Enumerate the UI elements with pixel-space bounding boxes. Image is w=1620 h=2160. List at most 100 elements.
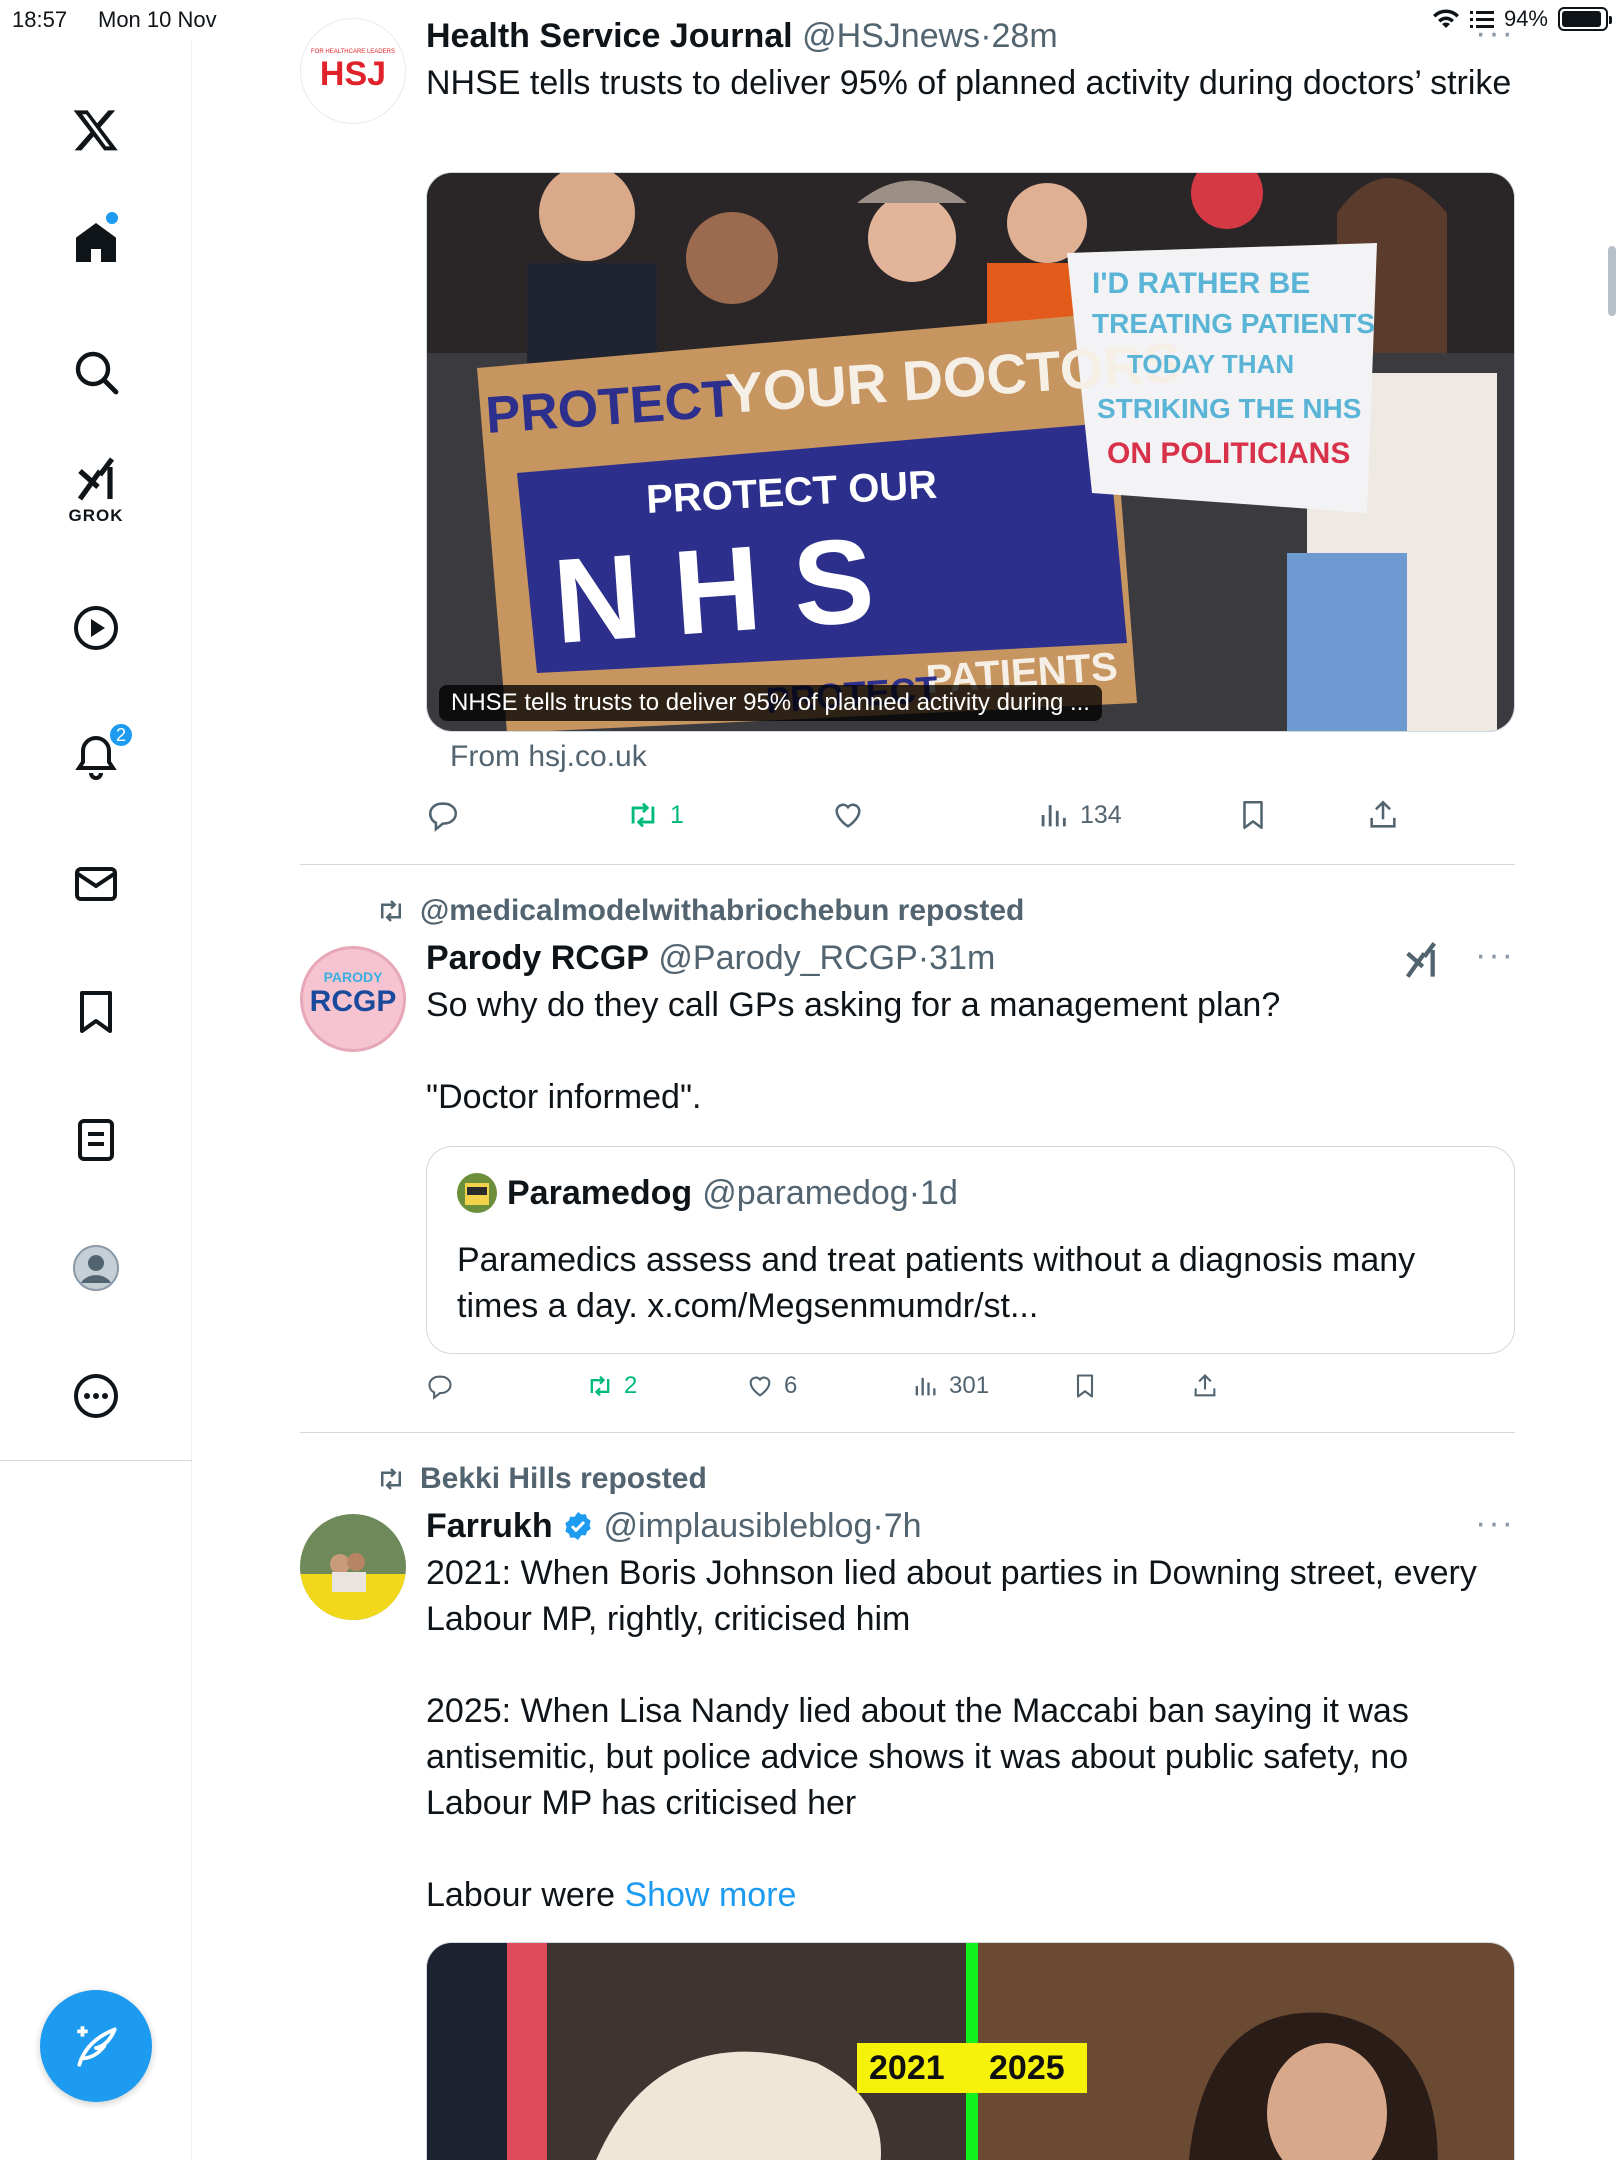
post-content: Health Service Journal @HSJnews·28m NHSE… [426, 14, 1515, 106]
post-text-prefix: Labour were [426, 1876, 625, 1914]
sign-word: TODAY THAN [1127, 349, 1294, 379]
reposted-by: Bekki Hills reposted [420, 1462, 707, 1495]
avatar[interactable]: PARODY RCGP [300, 946, 406, 1052]
reposted-by: @medicalmodelwithabriochebun reposted [420, 894, 1025, 927]
notifications-badge: 2 [108, 722, 134, 748]
sign-word: ON POLITICIANS [1107, 437, 1350, 470]
bookmark-icon [1076, 1374, 1094, 1398]
more-options-icon[interactable]: ··· [1475, 1504, 1515, 1543]
quoted-post[interactable]: Paramedog @paramedog · 1d Paramedics asses… [426, 1146, 1515, 1354]
sign-word: STRIKING THE NHS [1097, 393, 1361, 424]
compose-button[interactable] [40, 1990, 152, 2102]
card-source[interactable]: From hsj.co.uk [450, 740, 647, 774]
bookmark-button[interactable] [1236, 798, 1270, 832]
post-content: Farrukh @implausibleblog·7h 2021: When B… [426, 1504, 1515, 1918]
scrollbar[interactable] [1608, 246, 1616, 316]
post-header: Health Service Journal @HSJnews·28m [426, 17, 1058, 55]
protest-sign-text: PROTECT YOUR DOCTORS PROTECT OUR N H S P… [484, 267, 1375, 721]
post-time: 31m [929, 939, 996, 977]
bookmark-icon[interactable] [56, 972, 136, 1052]
x-logo-icon[interactable] [56, 90, 136, 170]
mail-icon[interactable] [56, 844, 136, 924]
post-divider [300, 864, 1515, 865]
quote-author-handle: @paramedog [702, 1173, 909, 1212]
quote-author-name: Paramedog [507, 1173, 693, 1212]
like-count: 6 [784, 1372, 798, 1399]
avatar[interactable]: FOR HEALTHCARE LEADERS HSJ [300, 18, 406, 124]
avatar-hsj-text: HSJ [319, 55, 387, 93]
reply-button[interactable] [426, 1372, 454, 1400]
sign-word: N H S [549, 513, 878, 669]
like-button[interactable] [831, 798, 865, 832]
views-button[interactable]: 134 [1036, 798, 1122, 832]
post-divider [300, 1432, 1515, 1433]
author-handle[interactable]: @HSJnews [802, 17, 980, 55]
home-icon[interactable] [56, 202, 136, 282]
post-text-para1: 2021: When Boris Johnson lied about part… [426, 1554, 1477, 1638]
search-icon[interactable] [56, 332, 136, 412]
grok-icon[interactable] [1401, 940, 1441, 980]
more-options-icon[interactable]: ··· [1475, 14, 1515, 53]
views-button[interactable]: 301 [911, 1372, 989, 1400]
repost-button[interactable]: 2 [586, 1372, 637, 1400]
reply-icon [428, 1375, 452, 1400]
share-icon [1194, 1374, 1216, 1397]
share-button[interactable] [1366, 798, 1400, 832]
compose-icon [77, 2026, 117, 2067]
profile-avatar[interactable] [56, 1228, 136, 1308]
author-name[interactable]: Farrukh [426, 1507, 553, 1545]
post-time: 7h [883, 1507, 922, 1545]
repost-attribution[interactable]: Bekki Hills reposted [376, 1462, 707, 1496]
sign-word: PROTECT [484, 370, 736, 445]
link-card-image[interactable]: PROTECT YOUR DOCTORS PROTECT OUR N H S P… [426, 172, 1515, 732]
comparison-photo [427, 1943, 1514, 2160]
quote-time: 1d [920, 1173, 958, 1212]
author-name[interactable]: Health Service Journal [426, 17, 793, 55]
avatar-parody-text: PARODY [323, 969, 383, 985]
status-time: 18:57 [12, 7, 68, 32]
more-circle-icon[interactable] [56, 1356, 136, 1436]
like-button[interactable]: 6 [746, 1372, 797, 1400]
post-text-para2: 2025: When Lisa Nandy lied about the Mac… [426, 1692, 1409, 1822]
avatar[interactable] [300, 1514, 406, 1620]
share-button[interactable] [1191, 1372, 1219, 1400]
bookmark-icon [1243, 800, 1263, 830]
play-icon[interactable] [56, 588, 136, 668]
quote-text: Paramedics assess and treat patients wit… [457, 1241, 1416, 1325]
repost-count: 2 [624, 1372, 638, 1399]
year-label-2025: 2025 [989, 2049, 1065, 2087]
views-icon [915, 1377, 936, 1396]
post-image[interactable]: 2021 2025 [426, 1942, 1515, 2160]
post-time: 28m [991, 17, 1058, 55]
repost-attribution[interactable]: @medicalmodelwithabriochebun reposted [376, 894, 1024, 928]
repost-count: 1 [670, 800, 684, 829]
more-options-icon[interactable]: ··· [1475, 936, 1515, 975]
author-name[interactable]: Parody RCGP [426, 939, 649, 977]
share-icon [1370, 800, 1396, 828]
grok-icon[interactable]: GROK [56, 448, 136, 528]
heart-icon [835, 803, 861, 828]
repost-icon [590, 1375, 610, 1397]
avatar-rcgp-text: RCGP [309, 985, 397, 1018]
year-label-2021: 2021 [869, 2049, 945, 2087]
author-handle[interactable]: @implausibleblog [604, 1507, 873, 1545]
sign-word: PROTECT OUR [645, 463, 938, 522]
bell-icon[interactable]: 2 [56, 716, 136, 796]
sign-word: TREATING PATIENTS [1092, 308, 1375, 339]
post-text: NHSE tells trusts to deliver 95% of plan… [426, 64, 1512, 102]
repost-button[interactable]: 1 [626, 798, 684, 832]
battery-icon [1558, 7, 1612, 31]
heart-icon [749, 1376, 771, 1397]
post-header: Parody RCGP @Parody_RCGP·31m [426, 939, 996, 977]
repost-icon [631, 802, 655, 828]
post-content: Parody RCGP @Parody_RCGP·31m So why do t… [426, 936, 1515, 1120]
sidebar-divider [0, 1460, 192, 1461]
author-handle[interactable]: @Parody_RCGP [658, 939, 917, 977]
show-more-link[interactable]: Show more [624, 1876, 796, 1914]
status-date: Mon 10 Nov [98, 7, 217, 32]
list-icon[interactable] [56, 1100, 136, 1180]
bookmark-button[interactable] [1071, 1372, 1099, 1400]
views-icon [1041, 805, 1066, 827]
reply-icon [428, 802, 457, 832]
reply-button[interactable] [426, 798, 460, 832]
